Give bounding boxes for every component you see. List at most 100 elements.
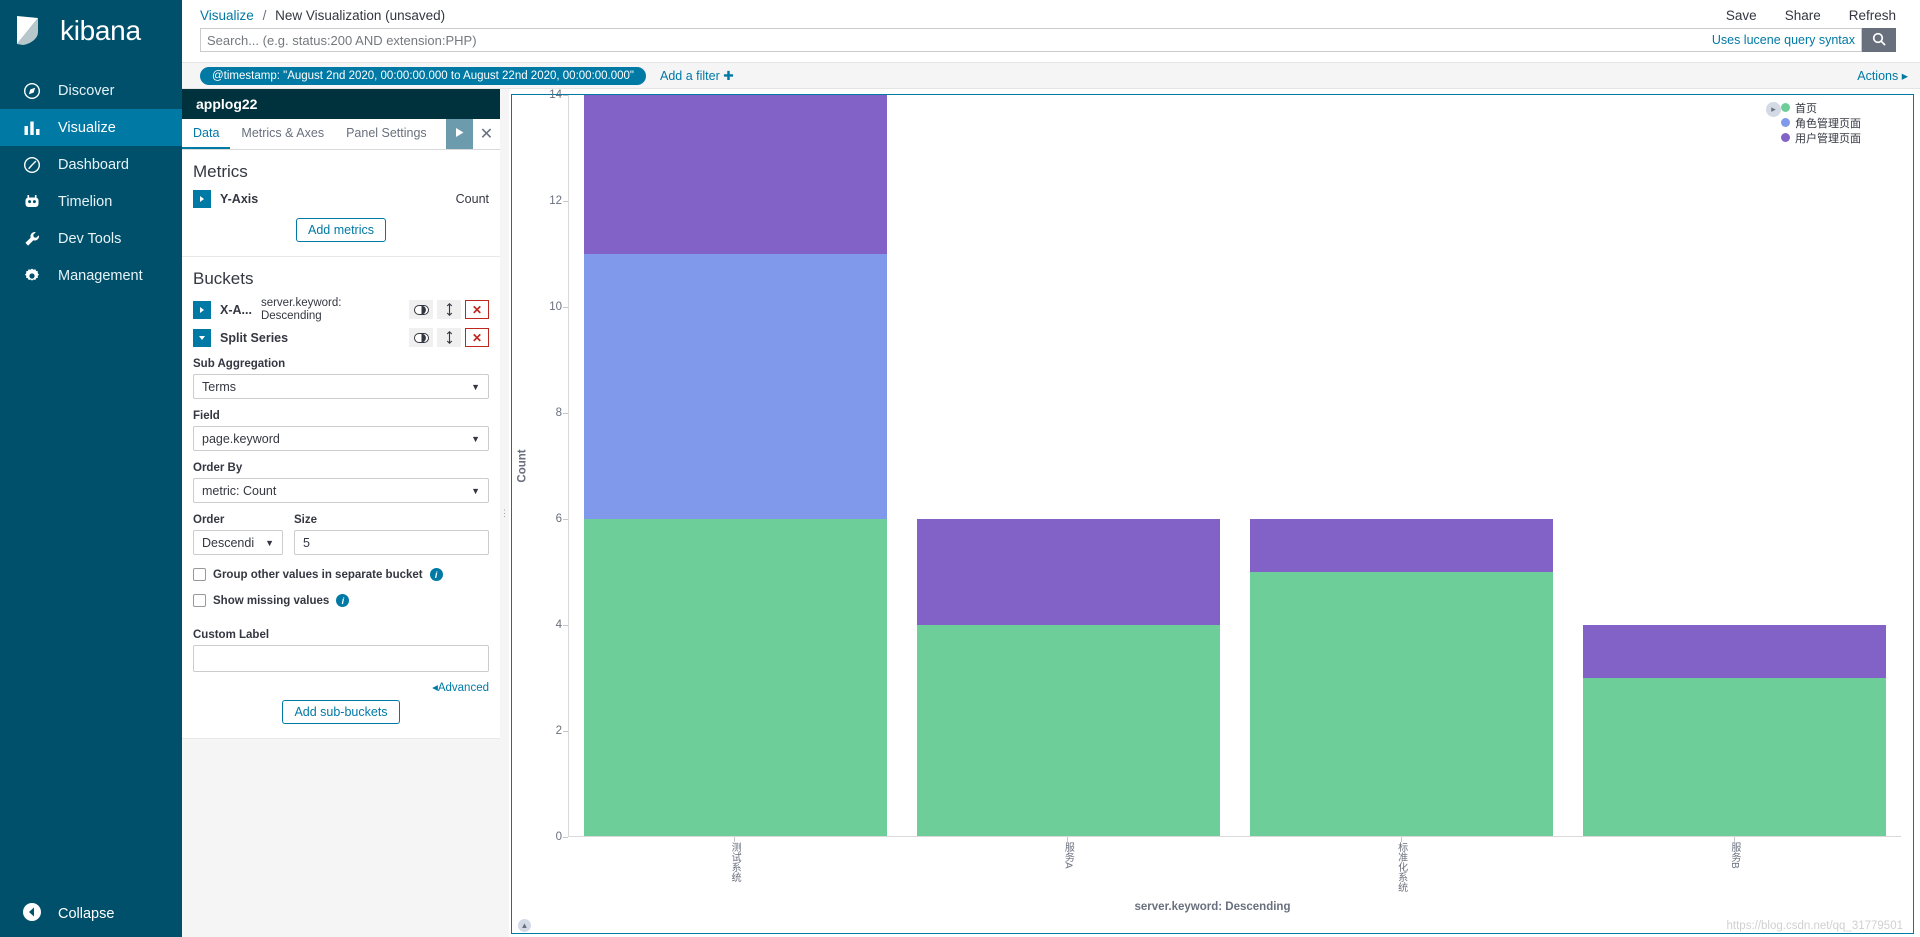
add-sub-buckets-button[interactable]: Add sub-buckets — [282, 700, 400, 725]
updown-arrows-icon[interactable] — [437, 328, 461, 348]
save-button[interactable]: Save — [1726, 8, 1757, 23]
watermark-text: https://blog.csdn.net/qq_31779501 — [1726, 920, 1903, 932]
bar-segment[interactable] — [1249, 519, 1553, 572]
bar-group — [902, 95, 1235, 837]
group-other-values-checkbox-row[interactable]: Group other values in separate bucket i — [193, 568, 489, 582]
chart-expand-button[interactable]: ▲ — [518, 919, 531, 932]
bucket-name: Split Series — [220, 330, 289, 345]
close-icon: ✕ — [479, 126, 494, 143]
size-group: Size 5 — [294, 503, 489, 556]
search-box[interactable]: Uses lucene query syntax — [200, 28, 1862, 52]
breadcrumb-root[interactable]: Visualize — [200, 8, 254, 23]
custom-label-input[interactable] — [193, 645, 489, 673]
tab-panel-settings[interactable]: Panel Settings — [335, 119, 438, 149]
sub-aggregation-select[interactable]: Terms ▼ — [193, 374, 489, 400]
order-group: Order Descendi ▼ — [193, 503, 283, 556]
kibana-logo[interactable]: kibana — [0, 0, 182, 62]
kibana-logo-icon — [14, 14, 48, 48]
bar-segment[interactable] — [1582, 678, 1886, 837]
chevron-down-icon[interactable] — [193, 328, 211, 347]
sidebar-item-dev-tools[interactable]: Dev Tools — [0, 220, 182, 257]
sidebar-item-label: Dev Tools — [58, 230, 122, 247]
dashboard-icon — [22, 155, 42, 175]
refresh-button[interactable]: Refresh — [1849, 8, 1896, 23]
tab-data[interactable]: Data — [182, 119, 231, 149]
editor-tabs: Data Metrics & Axes Panel Settings ✕ — [182, 119, 500, 150]
info-icon[interactable]: i — [336, 594, 350, 608]
chevron-down-icon: ▼ — [265, 537, 274, 548]
gear-icon — [22, 266, 42, 286]
vis-editor-panel: applog22 Data Metrics & Axes Panel Setti… — [182, 89, 500, 937]
apply-changes-button[interactable] — [446, 119, 473, 149]
metrics-card: Metrics Y-Axis Count Add metrics — [182, 150, 500, 257]
y-axis: 0 2 4 6 8 10 12 14 — [534, 89, 569, 843]
lucene-syntax-hint[interactable]: Uses lucene query syntax — [1712, 33, 1855, 47]
x-axis-label-spacer — [512, 837, 568, 899]
search-input[interactable] — [207, 32, 1712, 48]
field-select[interactable]: page.keyword ▼ — [193, 426, 489, 452]
bar-segment[interactable] — [583, 519, 887, 837]
timestamp-filter-pill[interactable]: @timestamp: "August 2nd 2020, 00:00:00.0… — [200, 66, 647, 85]
bars-area — [568, 95, 1913, 837]
search-submit-button[interactable] — [1862, 28, 1896, 52]
size-label: Size — [294, 514, 318, 527]
filter-bar: @timestamp: "August 2nd 2020, 00:00:00.0… — [182, 62, 1920, 89]
add-metrics-button[interactable]: Add metrics — [296, 218, 386, 242]
breadcrumb-separator: / — [262, 7, 267, 23]
order-by-select[interactable]: metric: Count ▼ — [193, 478, 489, 504]
show-missing-values-checkbox-row[interactable]: Show missing values i — [193, 594, 489, 608]
y-axis-title-text: Count — [517, 449, 529, 483]
add-filter-label: Add a filter — [660, 69, 720, 83]
show-missing-values-checkbox[interactable] — [193, 594, 206, 608]
order-select[interactable]: Descendi ▼ — [193, 530, 283, 556]
updown-arrows-icon[interactable] — [437, 300, 461, 320]
chart-footer: ▲ https://blog.csdn.net/qq_31779501 — [512, 919, 1913, 933]
collapse-nav-button[interactable]: Collapse — [0, 890, 182, 937]
tab-metrics-axes[interactable]: Metrics & Axes — [230, 119, 335, 149]
x-axis-labels: 测试系统 服务A 标准化系统 服务B — [512, 837, 1913, 899]
breadcrumb-current: New Visualization (unsaved) — [275, 7, 446, 23]
share-button[interactable]: Share — [1785, 8, 1821, 23]
size-input[interactable]: 5 — [294, 530, 489, 556]
advanced-toggle[interactable]: ◂Advanced — [193, 680, 489, 694]
eye-toggle-icon[interactable] — [409, 300, 433, 320]
chevron-right-icon: ▸ — [1901, 69, 1908, 83]
bar-segment[interactable] — [1582, 625, 1886, 678]
discard-changes-button[interactable]: ✕ — [473, 119, 500, 149]
bar-group — [1235, 95, 1568, 837]
chevron-right-icon[interactable] — [193, 190, 211, 208]
chevron-right-icon[interactable] — [193, 300, 211, 319]
add-filter-button[interactable]: Add a filter ✚ — [660, 68, 734, 83]
bucket-row-x-axis[interactable]: X-A... server.keyword: Descending ✕ — [193, 297, 489, 322]
actions-menu-button[interactable]: Actions ▸ — [1857, 68, 1908, 83]
advanced-label: Advanced — [437, 682, 489, 695]
bucket-row-split-series[interactable]: Split Series ✕ — [193, 328, 489, 348]
index-pattern-title: applog22 — [182, 89, 500, 119]
bar-group — [569, 95, 902, 837]
plus-icon: ✚ — [723, 69, 734, 83]
sidebar-item-management[interactable]: Management — [0, 257, 182, 294]
sidebar-item-dashboard[interactable]: Dashboard — [0, 146, 182, 183]
editor-resize-handle[interactable]: ⋮ — [500, 89, 509, 937]
bar-segment[interactable] — [583, 254, 887, 519]
metric-row-y-axis[interactable]: Y-Axis Count — [193, 190, 489, 208]
x-icon[interactable]: ✕ — [465, 300, 489, 320]
bar-segment[interactable] — [1249, 572, 1553, 837]
bar-segment[interactable] — [583, 95, 887, 254]
info-icon[interactable]: i — [429, 568, 443, 582]
group-other-values-checkbox[interactable] — [193, 568, 206, 582]
bar-segment[interactable] — [916, 625, 1220, 837]
add-metrics-row: Add metrics — [193, 218, 489, 242]
x-icon[interactable]: ✕ — [465, 328, 489, 348]
bar-segment[interactable] — [916, 519, 1220, 625]
sidebar-item-discover[interactable]: Discover — [0, 72, 182, 109]
chevron-down-icon: ▼ — [471, 485, 480, 496]
chevron-up-icon: ▲ — [520, 921, 529, 930]
bucket-name: X-A... — [220, 302, 252, 317]
sidebar-item-timelion[interactable]: Timelion — [0, 183, 182, 220]
top-actions: Save Share Refresh — [1726, 8, 1896, 23]
play-icon — [454, 125, 465, 143]
size-value: 5 — [303, 535, 310, 550]
sidebar-item-visualize[interactable]: Visualize — [0, 109, 182, 146]
eye-toggle-icon[interactable] — [409, 328, 433, 348]
